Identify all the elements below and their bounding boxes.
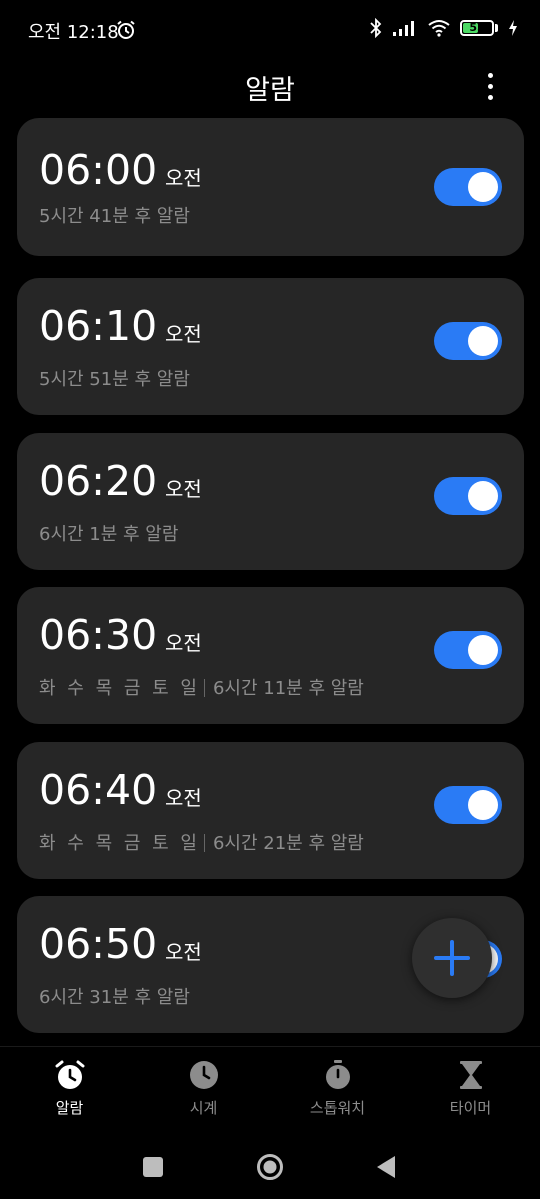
alarm-toggle[interactable] (434, 477, 502, 515)
toggle-knob (468, 790, 498, 820)
alarm-toggle[interactable] (434, 168, 502, 206)
more-options-button[interactable] (480, 68, 500, 104)
tab-label: 스톱워치 (309, 1099, 366, 1117)
alarm-remaining: 5시간 41분 후 알람 (39, 206, 190, 227)
tab-label: 타이머 (449, 1099, 492, 1117)
clock-icon (189, 1061, 218, 1089)
tab-label: 알람 (55, 1099, 84, 1117)
more-dot-icon (487, 72, 493, 78)
divider (203, 679, 205, 697)
alarm-time: 06:10 (39, 302, 158, 350)
battery-icon: 55 (460, 20, 494, 36)
alarm-remaining: 6시간 21분 후 알람 (212, 833, 364, 854)
alarm-status-icon (117, 20, 135, 39)
alarm-card[interactable]: 06:00 오전 5시간 41분 후 알람 (17, 118, 524, 256)
alarm-subtitle: 화 수 목 금 토 일 6시간 11분 후 알람 (39, 674, 364, 700)
alarm-ampm: 오전 (165, 477, 202, 501)
alarm-repeat-days: 화 수 목 금 토 일 (39, 678, 200, 699)
plus-icon (434, 940, 470, 976)
toggle-knob (468, 635, 498, 665)
tab-stopwatch[interactable]: 스톱워치 (270, 1059, 405, 1118)
tab-label: 시계 (189, 1099, 218, 1117)
alarm-subtitle: 화 수 목 금 토 일 6시간 21분 후 알람 (39, 829, 364, 855)
alarm-toggle[interactable] (434, 631, 502, 669)
page-title: 알람 (245, 75, 295, 106)
tab-alarm[interactable]: 알람 (2, 1059, 137, 1118)
alarm-remaining: 6시간 1분 후 알람 (39, 524, 179, 545)
alarm-card[interactable]: 06:20 오전 6시간 1분 후 알람 (17, 433, 524, 570)
alarm-remaining: 6시간 11분 후 알람 (212, 678, 364, 699)
status-time: 오전 12:18 (28, 22, 119, 43)
alarm-time: 06:20 (39, 457, 158, 505)
stopwatch-icon (325, 1060, 350, 1089)
status-bar: 오전 12:18 55 (0, 0, 540, 62)
alarm-time: 06:00 (39, 146, 158, 194)
alarm-clock-icon (55, 1060, 84, 1089)
alarm-remaining: 5시간 51분 후 알람 (39, 369, 190, 390)
alarm-card[interactable]: 06:10 오전 5시간 51분 후 알람 (17, 278, 524, 415)
tab-clock[interactable]: 시계 (136, 1059, 271, 1118)
more-dot-icon (487, 83, 493, 89)
alarm-card[interactable]: 06:30 오전 화 수 목 금 토 일 6시간 11분 후 알람 (17, 587, 524, 724)
back-button[interactable] (375, 1155, 397, 1179)
alarm-ampm: 오전 (165, 940, 202, 964)
toggle-knob (468, 326, 498, 356)
app-header: 알람 (0, 62, 540, 118)
add-alarm-button[interactable] (412, 918, 492, 998)
toggle-knob (468, 481, 498, 511)
signal-icon (393, 21, 414, 36)
hourglass-icon (459, 1061, 482, 1089)
tab-timer[interactable]: 타이머 (403, 1059, 538, 1118)
alarm-ampm: 오전 (165, 786, 202, 810)
alarm-time: 06:50 (39, 920, 158, 968)
wifi-icon (428, 20, 450, 37)
more-dot-icon (487, 94, 493, 100)
charging-icon (509, 20, 517, 36)
battery-tip (495, 24, 498, 32)
alarm-ampm: 오전 (165, 631, 202, 655)
divider (203, 834, 205, 852)
alarm-ampm: 오전 (165, 166, 202, 190)
bottom-nav: 알람 시계 스톱워치 타이머 (0, 1046, 540, 1131)
alarm-toggle[interactable] (434, 786, 502, 824)
alarm-time: 06:40 (39, 766, 158, 814)
battery-level: 55 (469, 21, 485, 34)
recent-apps-button[interactable] (143, 1157, 163, 1177)
toggle-knob (468, 172, 498, 202)
status-icons: 55 (370, 18, 518, 38)
system-nav-bar (0, 1130, 540, 1199)
alarm-card[interactable]: 06:40 오전 화 수 목 금 토 일 6시간 21분 후 알람 (17, 742, 524, 879)
alarm-remaining: 6시간 31분 후 알람 (39, 987, 190, 1008)
alarm-time: 06:30 (39, 611, 158, 659)
bluetooth-icon (370, 18, 382, 38)
home-button[interactable] (256, 1153, 284, 1181)
alarm-toggle[interactable] (434, 322, 502, 360)
alarm-ampm: 오전 (165, 322, 202, 346)
alarm-repeat-days: 화 수 목 금 토 일 (39, 833, 200, 854)
